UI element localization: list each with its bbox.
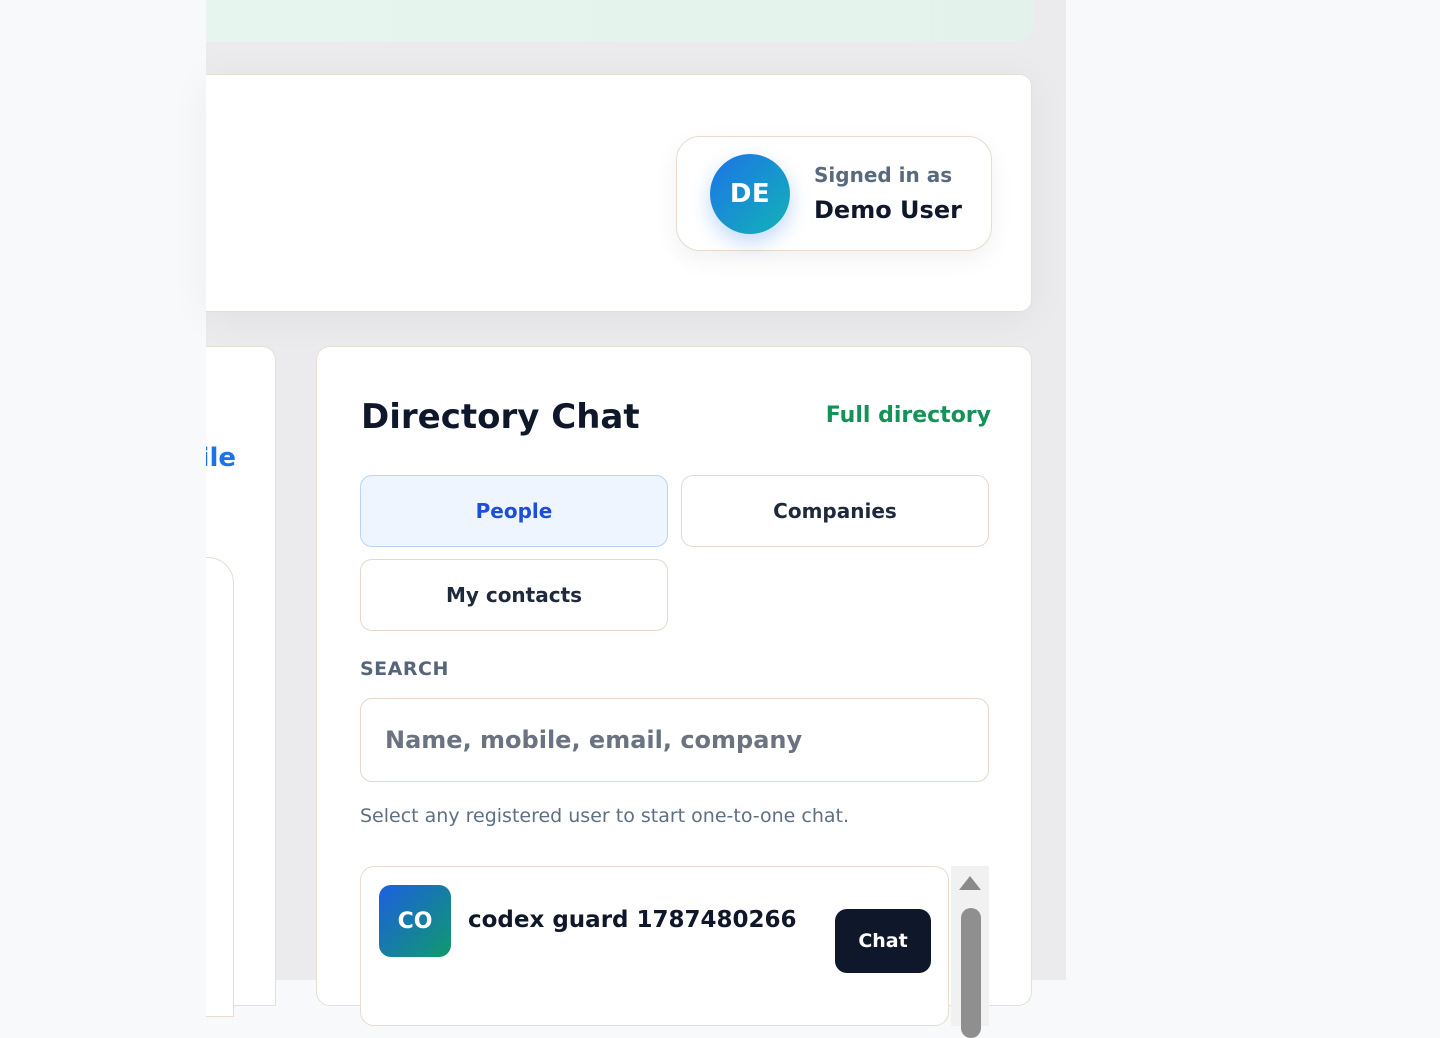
contact-name: codex guard 1787480266	[468, 907, 797, 933]
user-avatar: DE	[710, 154, 790, 234]
scroll-up-arrow-icon[interactable]	[959, 876, 981, 890]
profile-link[interactable]: ile	[206, 443, 236, 473]
user-name: Demo User	[814, 196, 962, 224]
profile-card: ile	[206, 346, 276, 1017]
full-directory-link[interactable]: Full directory	[826, 403, 991, 428]
chat-button[interactable]: Chat	[835, 909, 931, 973]
tab-my-contacts[interactable]: My contacts	[360, 559, 668, 631]
search-label: SEARCH	[360, 658, 449, 680]
tab-people[interactable]: People	[360, 475, 668, 547]
tab-companies[interactable]: Companies	[681, 475, 989, 547]
scroll-thumb[interactable]	[961, 908, 981, 1038]
signed-in-user-pill[interactable]: DE Signed in as Demo User	[676, 136, 992, 251]
signed-in-label: Signed in as	[814, 163, 953, 187]
results-list: CO codex guard 1787480266 Chat	[360, 866, 949, 1026]
profile-inner-panel	[206, 557, 234, 1017]
search-hint: Select any registered user to start one-…	[360, 805, 850, 827]
header-card: DE Signed in as Demo User	[206, 74, 1032, 312]
search-input[interactable]	[360, 698, 989, 782]
page-title: Directory Chat	[361, 397, 640, 437]
contact-avatar: CO	[379, 885, 451, 957]
status-banner	[206, 0, 1034, 42]
directory-chat-card: Directory Chat Full directory People Com…	[316, 346, 1032, 1038]
results-scrollbar[interactable]	[951, 866, 989, 1038]
